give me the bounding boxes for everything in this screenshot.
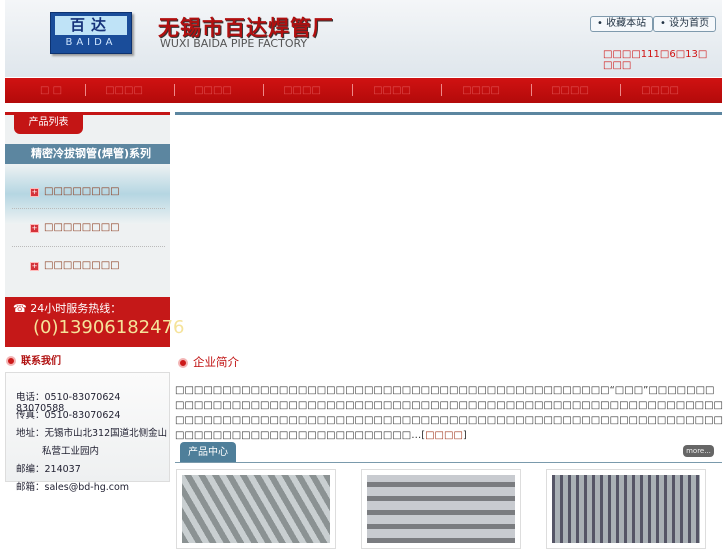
nav-item[interactable]: □□□□ (272, 78, 332, 103)
nav-divider (441, 84, 442, 96)
contact-fax: 传真：0510-83070624 (16, 410, 121, 421)
product-image[interactable] (176, 469, 336, 549)
contact-address: 地址：无锡市山北312国道北侧金山 (16, 428, 168, 439)
nav-item[interactable]: □□□□ (451, 78, 511, 103)
sub-category-item[interactable]: + □□□□□□□□ (30, 222, 120, 233)
nav-divider (620, 84, 621, 96)
nav-divider (531, 84, 532, 96)
contact-zip: 邮编：214037 (16, 464, 81, 475)
intro-title: 企业简介 (193, 355, 239, 369)
nav-item[interactable]: □□□□ (630, 78, 690, 103)
divider (12, 208, 165, 209)
date-text: □□□□111□6□13□ □□□ (603, 49, 708, 71)
bracket: ] (462, 430, 467, 441)
product-list-tab: 产品列表 (14, 112, 83, 134)
main-nav: □ □ □□□□ □□□□ □□□□ □□□□ □□□□ □□□□ □□□□ (5, 78, 722, 103)
plus-icon: + (30, 188, 39, 197)
nav-item-home[interactable]: □ □ (21, 78, 81, 103)
category-heading[interactable]: 精密冷拔钢管(焊管)系列 (5, 144, 170, 164)
contact-box: 电话：0510-83070624 83070588 传真：0510-830706… (5, 372, 170, 493)
nav-item[interactable]: □□□□ (183, 78, 243, 103)
bullet-icon (6, 356, 16, 366)
products-line (175, 462, 722, 463)
divider (12, 246, 165, 247)
bullet-icon (178, 357, 188, 368)
product-image[interactable] (361, 469, 521, 549)
contact-title: 联系我们 (21, 356, 61, 367)
plus-icon: + (30, 262, 39, 271)
plus-icon: + (30, 224, 39, 233)
nav-divider (85, 84, 86, 96)
contact-heading: 联系我们 (6, 352, 61, 367)
hotline-banner: ☎ 24小时服务热线： (0)13906182476 (5, 297, 184, 347)
contact-address-2: 私营工业园内 (42, 446, 100, 457)
site-title-en: WUXI BAIDA PIPE FACTORY (160, 37, 308, 50)
logo[interactable]: 百达 BAIDA (50, 12, 132, 54)
set-homepage-button[interactable]: • 设为首页 (653, 16, 717, 32)
sub-category-label: □□□□□□□□ (44, 222, 120, 233)
intro-text: □□□□□□□□□□□□□□□□□□□□□□□□□□□□□□□□□□□□□□□□… (175, 383, 723, 443)
logo-cn: 百达 (55, 16, 127, 35)
nav-divider (263, 84, 264, 96)
read-more-link[interactable]: □□□□ (425, 430, 463, 441)
nav-item[interactable]: □□□□ (362, 78, 422, 103)
phone-icon: ☎ (13, 302, 31, 315)
banner-top-line (175, 112, 722, 115)
nav-divider (352, 84, 353, 96)
sub-category-label: □□□□□□□□ (44, 260, 120, 271)
nav-item[interactable]: □□□□ (94, 78, 154, 103)
hotline-label: 24小时服务热线： (30, 302, 122, 315)
nav-item[interactable]: □□□□ (540, 78, 600, 103)
products-tab: 产品中心 (180, 442, 236, 463)
more-button[interactable]: more... (683, 445, 714, 457)
bookmark-button[interactable]: • 收藏本站 (590, 16, 654, 32)
contact-email: 邮箱：sales@bd-hg.com (16, 482, 130, 493)
intro-heading: 企业简介 (178, 354, 239, 370)
sub-category-item[interactable]: + □□□□□□□□ (30, 260, 120, 271)
nav-divider (174, 84, 175, 96)
logo-en: BAIDA (65, 37, 117, 48)
product-image[interactable] (546, 469, 706, 549)
sub-category-item[interactable]: + □□□□□□□□ (30, 186, 120, 197)
hotline-number: (0)13906182476 (33, 317, 185, 338)
sub-category-label: □□□□□□□□ (44, 186, 120, 197)
